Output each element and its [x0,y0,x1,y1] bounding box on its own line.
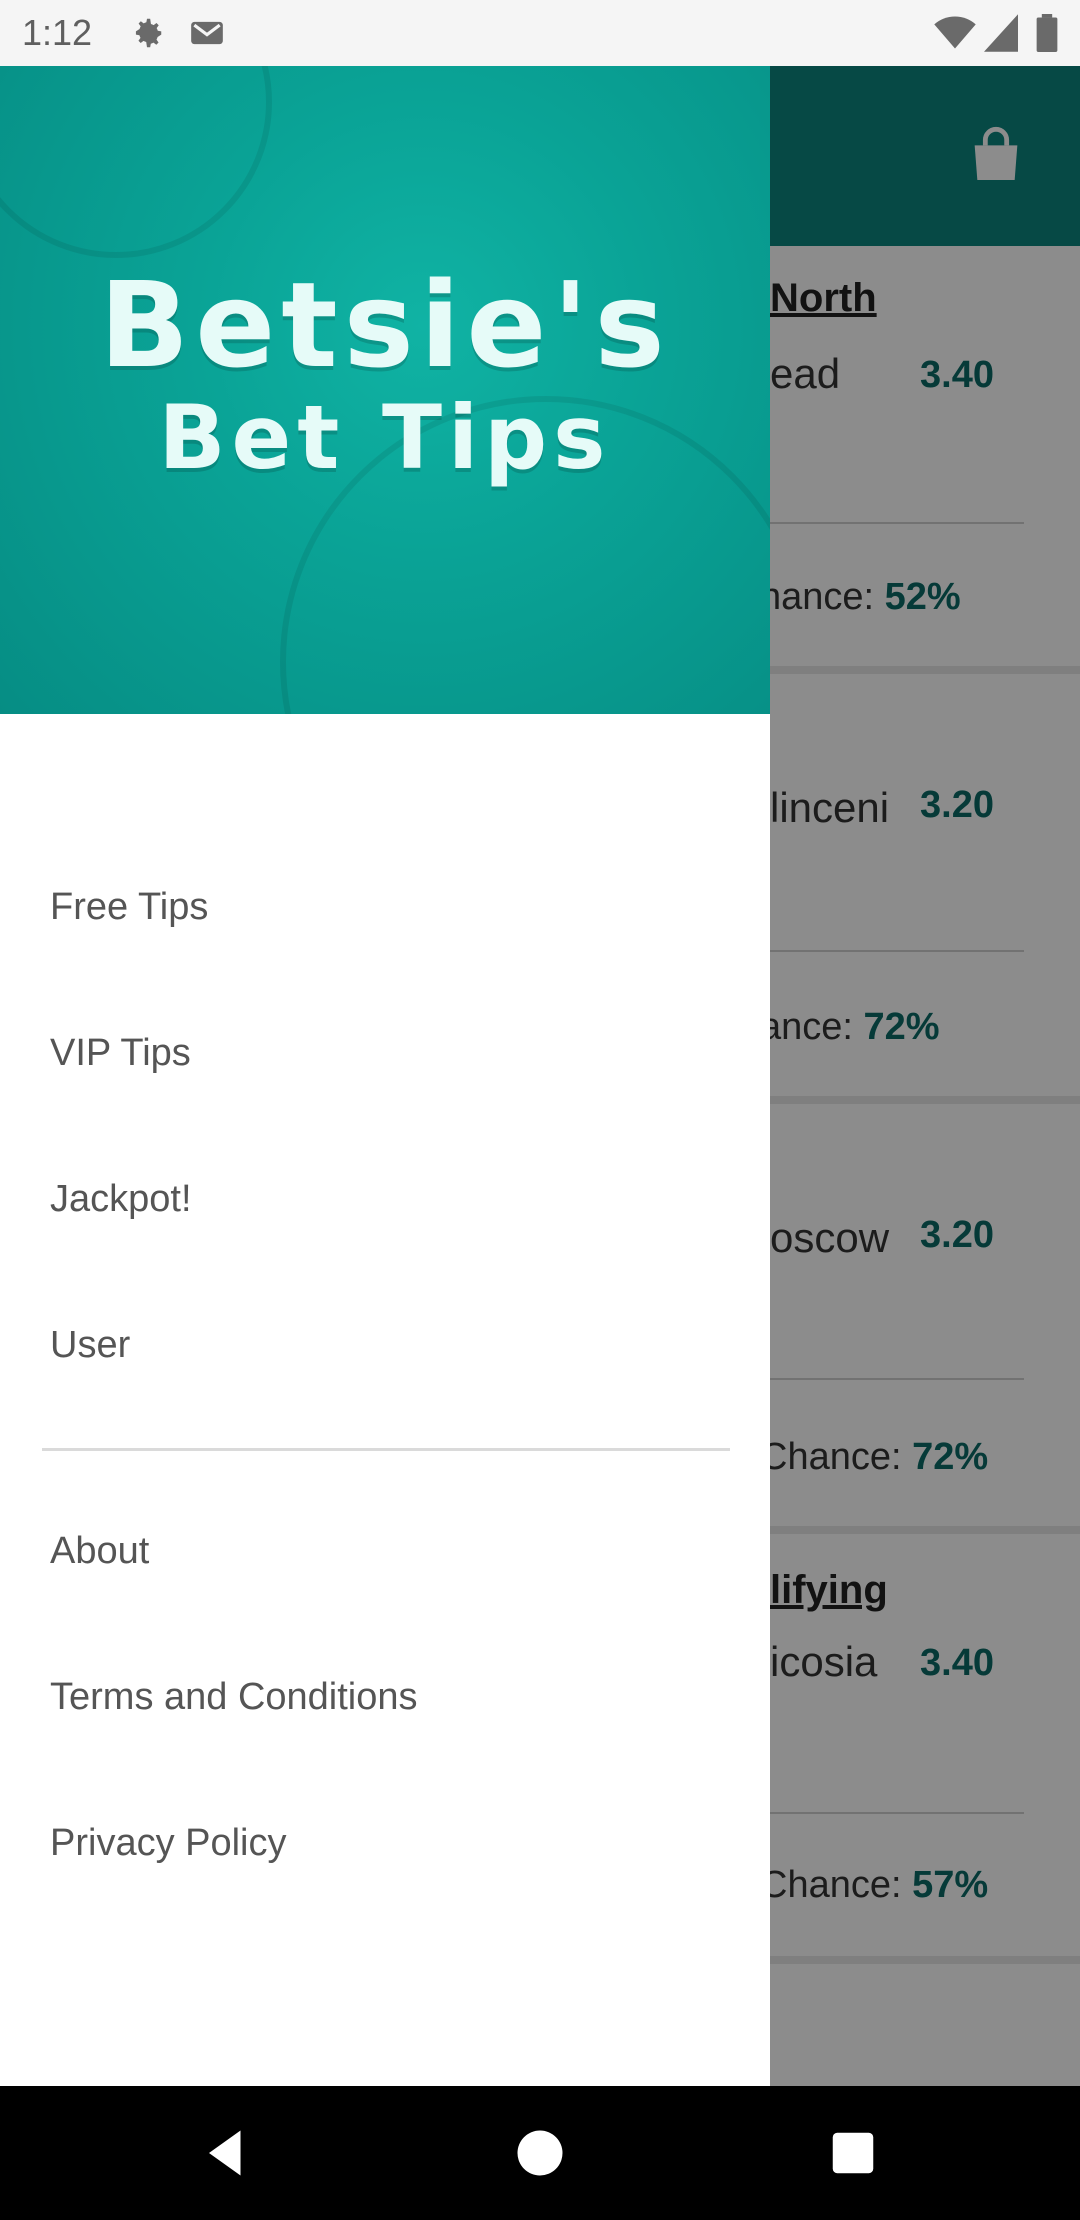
battery-icon [1036,14,1058,57]
status-time: 1:12 [22,12,93,53]
menu-item-user[interactable]: User [50,1324,130,1367]
brand-subtitle: Bet Tips [158,386,612,489]
menu-divider [42,1448,730,1451]
menu-item-terms[interactable]: Terms and Conditions [50,1676,418,1719]
home-icon[interactable] [513,2126,567,2185]
soccer-ball-graphic [0,66,272,258]
recents-icon[interactable] [826,2126,880,2185]
status-bar: 1:12 [0,0,1080,66]
system-nav-bar [0,2086,1080,2220]
wifi-icon [934,14,976,57]
menu-item-jackpot[interactable]: Jackpot! [50,1178,192,1221]
menu-item-free-tips[interactable]: Free Tips [50,886,208,929]
menu-item-vip-tips[interactable]: VIP Tips [50,1032,191,1075]
menu-item-privacy-policy[interactable]: Privacy Policy [50,1822,287,1865]
gear-icon [128,14,166,57]
navigation-drawer: Betsie's Bet Tips Free Tips VIP Tips Jac… [0,66,770,2086]
signal-icon [984,14,1018,57]
gmail-icon [188,14,226,57]
drawer-header: Betsie's Bet Tips [0,66,770,714]
back-icon[interactable] [200,2126,254,2185]
brand-title: Betsie's [99,256,671,394]
menu-item-about[interactable]: About [50,1530,149,1573]
